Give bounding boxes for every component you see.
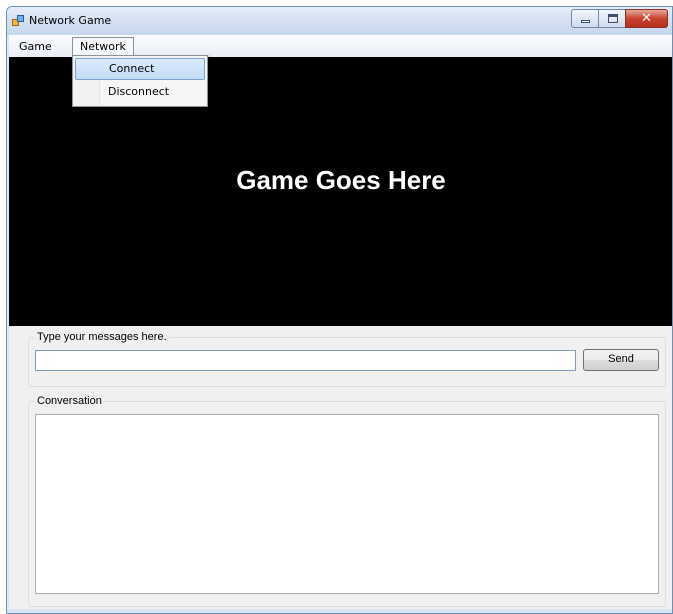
caption-buttons: ✕ [571, 9, 668, 28]
send-button[interactable]: Send [583, 349, 659, 371]
menu-bar: Game Network [9, 35, 672, 57]
close-button[interactable]: ✕ [625, 9, 668, 28]
conversation-textbox[interactable] [35, 414, 659, 594]
message-groupbox-label: Type your messages here. [35, 331, 169, 343]
network-game-app-icon[interactable] [12, 15, 24, 27]
window-title: Network Game [29, 14, 112, 27]
client-area: Game Network Connect Disconnect Game Goe… [9, 35, 672, 609]
menu-item-connect[interactable]: Connect [75, 58, 205, 80]
main-window: Network Game ✕ Game Network Connect Disc… [6, 6, 673, 614]
title-bar[interactable]: Network Game ✕ [7, 7, 672, 35]
maximize-button[interactable] [598, 9, 626, 28]
menu-item-disconnect[interactable]: Disconnect [75, 81, 205, 103]
message-groupbox: Type your messages here. Send [28, 331, 666, 387]
close-icon: ✕ [641, 11, 652, 26]
menu-network[interactable]: Network [72, 37, 134, 56]
game-placeholder-text: Game Goes Here [236, 165, 446, 195]
minimize-icon [581, 20, 590, 23]
conversation-groupbox: Conversation [28, 395, 666, 607]
minimize-button[interactable] [571, 9, 599, 28]
maximize-icon [608, 14, 618, 23]
network-dropdown-menu: Connect Disconnect [72, 55, 208, 107]
conversation-groupbox-label: Conversation [35, 395, 104, 407]
message-input[interactable] [35, 350, 576, 371]
menu-game[interactable]: Game [12, 37, 59, 56]
